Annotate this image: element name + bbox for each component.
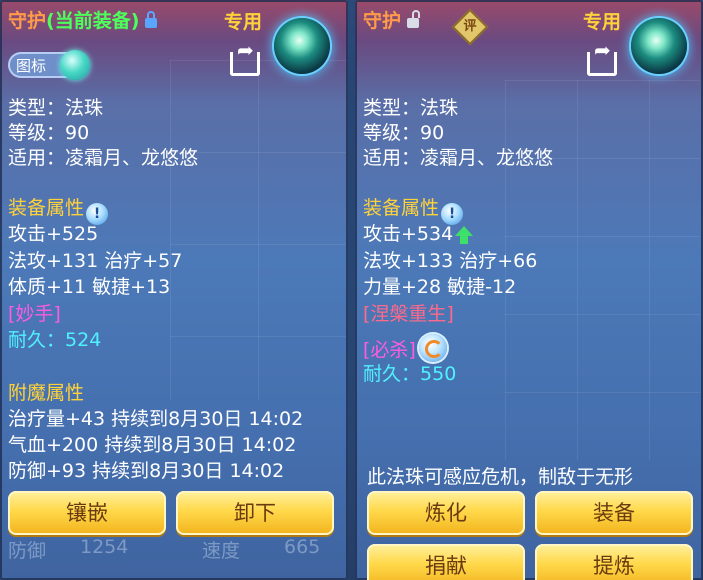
exclusive-badge: 专用 [224,11,263,33]
compare-item-panel: 守护 评 专用 类型：法珠 等级：90 适用：凌霜月、龙悠悠 装备属性! 攻击+… [355,0,703,580]
equip-attr-heading-text: 装备属性 [8,197,85,219]
nirvana-tag: [涅槃重生] [363,303,454,325]
lock-icon[interactable] [145,11,158,28]
share-icon[interactable] [587,38,617,76]
level-line: 等级：90 [8,122,90,144]
exclusive-badge: 专用 [583,11,622,33]
enchant-line: 气血+200 持续到8月30日 14:02 [8,434,297,456]
inlay-button[interactable]: 镶嵌 [8,491,166,535]
item-title: 守护(当前装备) [8,6,158,33]
applicable-line: 适用：凌霜月、龙悠悠 [363,147,554,169]
item-description: 此法珠可感应危机，制敌于无形 [367,466,634,488]
applicable-line: 适用：凌霜月、龙悠悠 [8,147,199,169]
equipped-item-panel: 守护(当前装备) 专用 图标 类型：法珠 等级：90 适用：凌霜月、龙悠悠 装备… [0,0,348,580]
durability-line: 耐久：550 [363,362,456,386]
level-line: 等级：90 [363,122,445,144]
item-name: 守护 [363,10,402,32]
equipped-tag: (当前装备) [46,10,140,32]
durability-label: 耐久： [363,363,421,385]
underlay-stat-value: 665 [284,536,321,558]
orb-item-icon [274,18,330,74]
underlay-stat-label: 防御 [8,540,47,562]
up-arrow-icon [455,226,474,244]
type-line: 类型：法珠 [363,97,459,119]
underlay-stat-label: 速度 [202,540,241,562]
orb-item-icon [631,18,687,74]
rating-badge-text: 评 [463,19,477,34]
unlock-icon[interactable] [407,10,421,28]
crit-tag: [必杀] [363,339,416,361]
attack-text: 攻击+534 [363,223,454,245]
underlay-stat-value: 1254 [80,536,129,558]
str-agi-line: 力量+28 敏捷-12 [363,276,517,298]
extract-button[interactable]: 提炼 [535,544,693,580]
enchant-line: 防御+93 持续到8月30日 14:02 [8,460,285,482]
magic-heal-line: 法攻+131 治疗+57 [8,250,183,272]
crit-skill-line: [必杀] [363,334,447,362]
durability-label: 耐久： [8,329,66,351]
inventory-grid-underlay [170,60,346,400]
item-title: 守护 [363,6,421,33]
type-line: 类型：法珠 [8,97,104,119]
equip-button[interactable]: 装备 [535,491,693,535]
durability-value: 550 [420,363,457,385]
refine-button[interactable]: 炼化 [367,491,525,535]
equip-attr-heading: 装备属性! [363,196,464,225]
attack-line: 攻击+525 [8,223,99,245]
unequip-button[interactable]: 卸下 [176,491,334,535]
item-name: 守护 [8,10,47,32]
donate-button[interactable]: 捐献 [367,544,525,580]
enchant-line: 治疗量+43 持续到8月30日 14:02 [8,408,304,430]
toggle-knob [60,50,90,80]
special-skill-tag: [妙手] [8,303,61,325]
con-agi-line: 体质+11 敏捷+13 [8,276,171,298]
equip-attr-heading-text: 装备属性 [363,197,440,219]
icon-toggle[interactable]: 图标 [8,50,90,80]
skill-orb-icon[interactable] [418,334,447,362]
durability-value: 524 [65,329,102,351]
equip-attr-heading: 装备属性! [8,196,109,225]
magic-heal-line: 法攻+133 治疗+66 [363,250,538,272]
icon-toggle-label: 图标 [16,57,47,75]
enchant-heading: 附魔属性 [8,382,85,404]
attack-line: 攻击+534 [363,222,474,246]
durability-line: 耐久：524 [8,328,101,352]
share-icon[interactable] [230,38,260,76]
rating-badge-icon[interactable]: 评 [451,8,489,46]
